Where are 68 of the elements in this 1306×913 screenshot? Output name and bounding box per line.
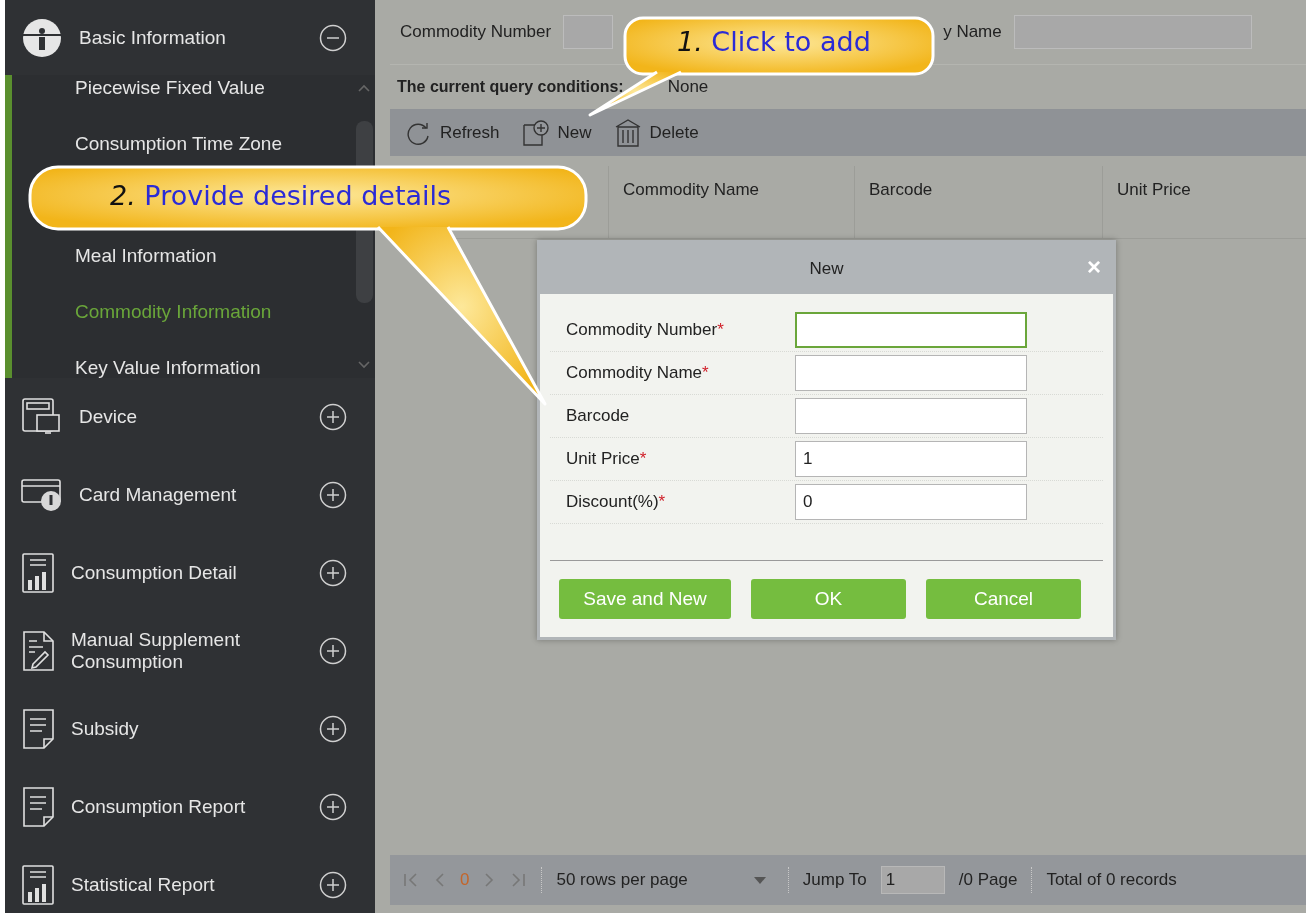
submenu-item[interactable]: Key Value Information [75, 357, 261, 378]
input-field[interactable]: 0 [795, 484, 1027, 520]
expand-icon[interactable] [319, 481, 347, 509]
column-header: Barcode [869, 180, 933, 199]
query-label: The current query conditions: [397, 78, 624, 96]
document-icon [21, 708, 55, 750]
field-label: Commodity Number* [565, 320, 725, 340]
page-count: /0 Page [958, 870, 1018, 890]
sidebar-item[interactable]: Consumption Detail [71, 562, 303, 584]
device-icon [21, 397, 63, 437]
field-label: Commodity Name* [565, 363, 710, 383]
expand-icon[interactable] [319, 715, 347, 743]
last-page-icon[interactable] [509, 872, 528, 888]
refresh-icon [406, 120, 432, 145]
document-icon [21, 786, 55, 828]
caret-icon [753, 876, 766, 884]
report-chart-icon [21, 864, 55, 906]
expand-icon[interactable] [319, 793, 347, 821]
document-pen-icon [21, 630, 55, 672]
field-label: Barcode [565, 406, 631, 426]
trash-icon [613, 117, 642, 148]
first-page-icon[interactable] [402, 872, 420, 888]
scroll-down-icon[interactable] [357, 360, 371, 370]
sidebar-item[interactable]: Manual Supplement Consumption [71, 629, 303, 673]
callout-text: 1. Click to add [677, 26, 871, 57]
expand-icon[interactable] [319, 637, 347, 665]
field-label: Discount(%)* [565, 492, 667, 512]
previous-page-icon[interactable] [434, 872, 446, 888]
collapse-icon[interactable] [319, 23, 347, 52]
sidebar-item[interactable]: Basic Information [79, 26, 303, 49]
submenu-item[interactable]: Commodity Information [75, 301, 272, 323]
rows-per-page-select[interactable]: 50 rows per page [556, 870, 774, 890]
next-page-icon[interactable] [483, 872, 496, 888]
input-field[interactable]: 1 [795, 441, 1027, 477]
sidebar-item[interactable]: Statistical Report [71, 874, 303, 896]
toolbar-button[interactable]: Delete [613, 117, 699, 148]
scroll-up-icon[interactable] [357, 83, 371, 93]
field-label: Commodity Number [400, 22, 552, 42]
record-count: Total of 0 records [1046, 870, 1177, 890]
field-label: y Name [943, 22, 1002, 42]
page-number: 0 [460, 870, 470, 890]
submenu-item[interactable]: Meal Information [75, 245, 217, 267]
expand-icon[interactable] [319, 559, 347, 587]
sidebar-item[interactable]: Card Management [79, 484, 303, 506]
jump-label: Jump To [802, 870, 867, 890]
input-field[interactable] [795, 398, 1027, 434]
dialog-title: New [809, 258, 844, 279]
submenu-item[interactable]: Piecewise Fixed Value [75, 77, 265, 99]
callout-text: 2. Provide desired details [110, 180, 452, 211]
sidebar-item[interactable]: Consumption Report [71, 796, 303, 818]
toolbar-button[interactable]: New [521, 118, 592, 147]
column-header: Unit Price [1117, 180, 1191, 199]
expand-icon[interactable] [319, 871, 347, 899]
sidebar-item[interactable]: Subsidy [71, 718, 303, 740]
submenu-item[interactable]: Consumption Time Zone [75, 133, 282, 155]
input-field[interactable] [795, 355, 1027, 391]
input-field[interactable] [795, 312, 1027, 348]
card-icon [21, 477, 63, 513]
page-input[interactable]: 1 [880, 866, 945, 894]
expand-icon[interactable] [319, 403, 347, 431]
column-header: Commodity Name [623, 180, 760, 199]
toolbar-button[interactable]: Refresh [406, 120, 500, 145]
report-chart-icon [21, 552, 55, 594]
field-label: Unit Price* [565, 449, 648, 469]
sidebar-item[interactable]: Device [79, 406, 303, 428]
add-document-icon [521, 118, 550, 147]
info-icon [21, 16, 63, 59]
query-value: None [667, 77, 709, 97]
